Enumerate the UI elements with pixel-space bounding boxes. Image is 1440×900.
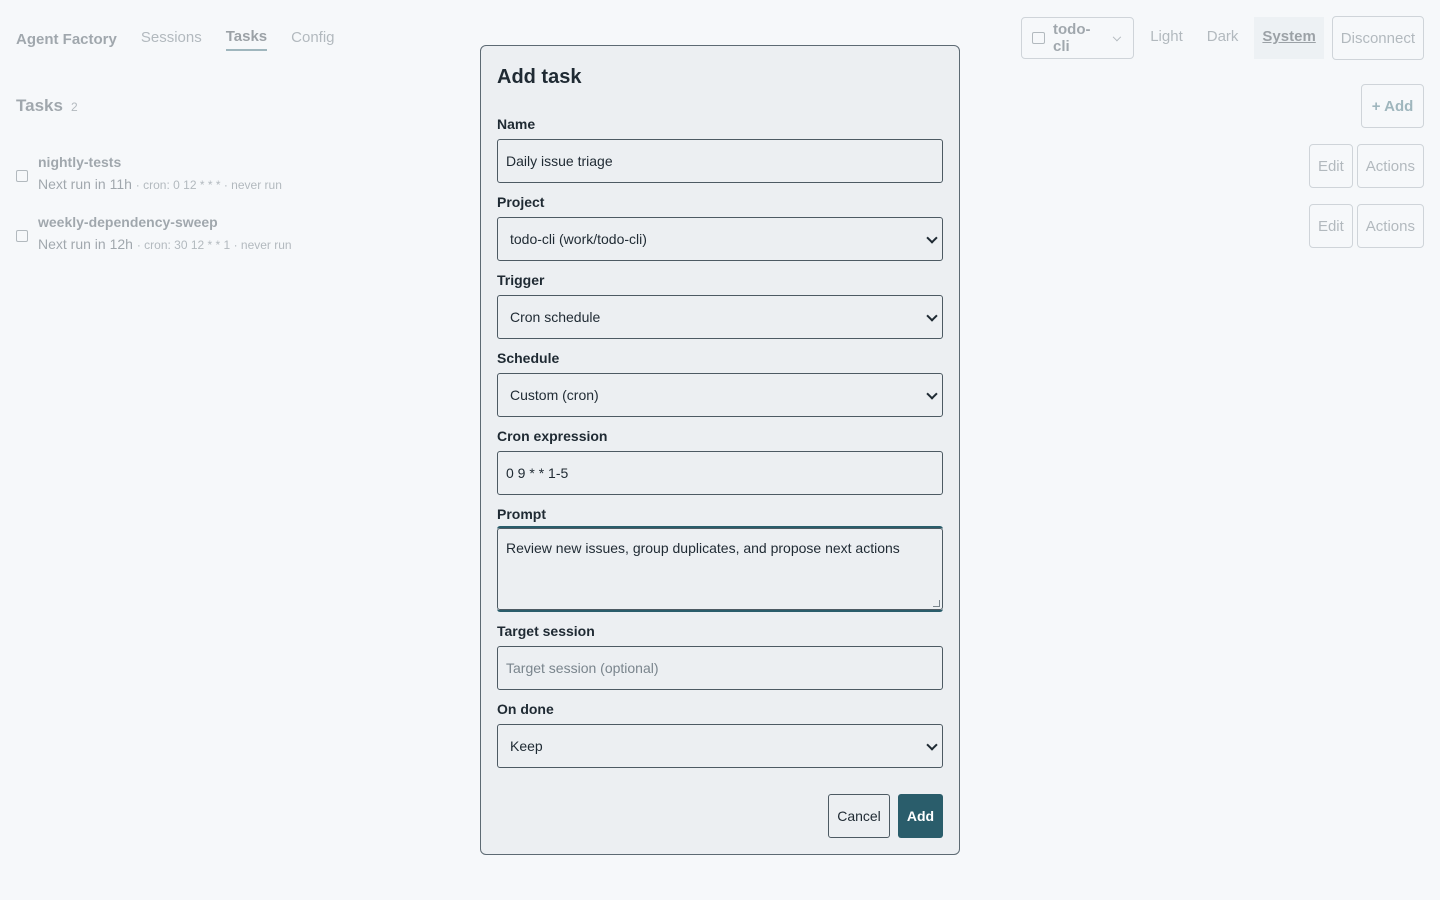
target-session-label: Target session: [497, 623, 595, 639]
theme-light[interactable]: Light: [1142, 17, 1191, 59]
schedule-value: Custom (cron): [510, 387, 599, 403]
add-button[interactable]: Add: [898, 794, 943, 838]
folder-icon: [1032, 32, 1046, 44]
chevron-down-icon: [926, 232, 938, 244]
trigger-label: Trigger: [497, 272, 545, 288]
on-done-value: Keep: [510, 738, 543, 754]
edit-button[interactable]: Edit: [1308, 204, 1353, 248]
task-row-actions: Edit Actions: [1308, 144, 1424, 188]
nav-config[interactable]: Config: [291, 29, 334, 50]
task-name: weekly-dependency-sweep: [38, 214, 218, 230]
tasks-title: Tasks: [16, 96, 63, 115]
on-done-field-group: On done Keep: [497, 701, 943, 768]
cancel-button[interactable]: Cancel: [828, 794, 890, 838]
top-right-controls: todo-cli Light Dark System Disconnect: [1021, 16, 1424, 60]
nav-sessions[interactable]: Sessions: [141, 29, 202, 50]
project-switcher[interactable]: todo-cli: [1021, 17, 1135, 59]
project-switcher-label: todo-cli: [1053, 21, 1091, 55]
chevron-down-icon: [1112, 32, 1121, 41]
on-done-select[interactable]: Keep: [497, 724, 943, 768]
dialog-title: Add task: [497, 66, 582, 88]
prompt-label: Prompt: [497, 506, 546, 522]
schedule-label: Schedule: [497, 350, 560, 366]
on-done-label: On done: [497, 701, 554, 717]
prompt-value: Review new issues, group duplicates, and…: [506, 540, 900, 556]
name-label: Name: [497, 116, 536, 132]
cron-field-group: Cron expression 0 9 * * 1-5: [497, 428, 943, 495]
checkbox-icon: [16, 170, 28, 182]
dialog-actions: Cancel Add: [828, 794, 943, 838]
cron-value: 0 9 * * 1-5: [506, 465, 569, 481]
tasks-header: Tasks 2: [16, 96, 78, 116]
actions-button[interactable]: Actions: [1356, 144, 1424, 188]
cron-label: Cron expression: [497, 428, 608, 444]
actions-button[interactable]: Actions: [1356, 204, 1424, 248]
add-task-dialog: Add task Name Daily issue triage Project…: [480, 45, 960, 855]
target-session-field-group: Target session Target session (optional): [497, 623, 943, 690]
theme-system[interactable]: System: [1254, 17, 1324, 59]
brand-title[interactable]: Agent Factory: [16, 31, 117, 48]
name-value: Daily issue triage: [506, 153, 613, 169]
task-next-run: Next run in 12h: [38, 236, 133, 252]
name-field-group: Name Daily issue triage: [497, 116, 943, 183]
checkbox-icon: [16, 230, 28, 242]
task-row-actions: Edit Actions: [1308, 204, 1424, 248]
chevron-down-icon: [926, 388, 938, 400]
schedule-select[interactable]: Custom (cron): [497, 373, 943, 417]
top-nav: Agent Factory Sessions Tasks Config: [16, 28, 335, 51]
add-task-button[interactable]: + Add: [1361, 84, 1424, 128]
edit-button[interactable]: Edit: [1308, 144, 1353, 188]
target-session-input[interactable]: Target session (optional): [497, 646, 943, 690]
task-meta: · cron: 30 12 * * 1 · never run: [136, 238, 292, 252]
cron-input[interactable]: 0 9 * * 1-5: [497, 451, 943, 495]
trigger-value: Cron schedule: [510, 309, 601, 325]
theme-dark[interactable]: Dark: [1199, 17, 1247, 59]
task-schedule: Next run in 12h · cron: 30 12 * * 1 · ne…: [38, 236, 292, 252]
task-meta: · cron: 0 12 * * * · never run: [135, 178, 282, 192]
tasks-count: 2: [70, 100, 78, 114]
prompt-textarea[interactable]: Review new issues, group duplicates, and…: [497, 528, 943, 610]
trigger-select[interactable]: Cron schedule: [497, 295, 943, 339]
task-name: nightly-tests: [38, 154, 122, 170]
disconnect-button[interactable]: Disconnect: [1331, 16, 1424, 60]
nav-tasks[interactable]: Tasks: [225, 28, 268, 51]
prompt-focus-ring: Review new issues, group duplicates, and…: [497, 526, 943, 612]
schedule-field-group: Schedule Custom (cron): [497, 350, 943, 417]
prompt-field-group: Prompt Review new issues, group duplicat…: [497, 506, 943, 612]
task-schedule: Next run in 11h · cron: 0 12 * * * · nev…: [38, 176, 282, 192]
task-next-run: Next run in 11h: [38, 176, 132, 192]
project-select[interactable]: todo-cli (work/todo-cli): [497, 217, 943, 261]
trigger-field-group: Trigger Cron schedule: [497, 272, 943, 339]
project-label: Project: [497, 194, 545, 210]
resize-handle-icon[interactable]: [933, 600, 940, 607]
chevron-down-icon: [926, 739, 938, 751]
project-field-group: Project todo-cli (work/todo-cli): [497, 194, 943, 261]
chevron-down-icon: [926, 310, 938, 322]
project-value: todo-cli (work/todo-cli): [510, 231, 647, 247]
name-input[interactable]: Daily issue triage: [497, 139, 943, 183]
target-session-placeholder: Target session (optional): [506, 660, 659, 676]
